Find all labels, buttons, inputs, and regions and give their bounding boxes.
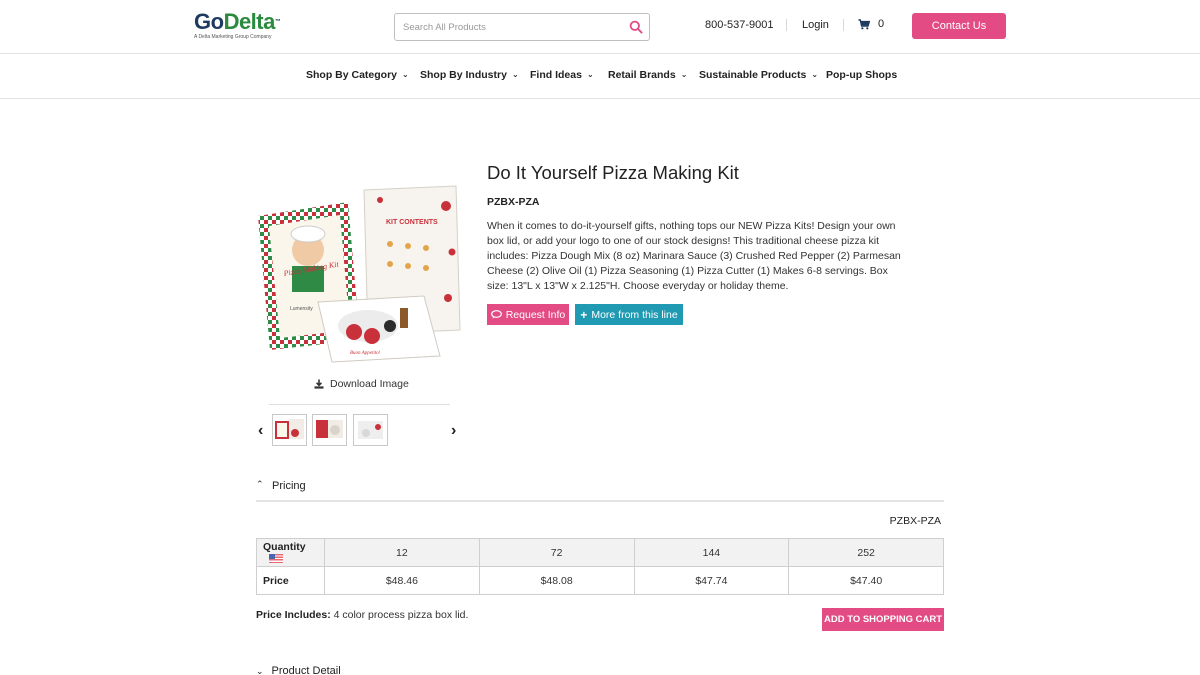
godelta-logo[interactable]: GoDelta™ A Delta Marketing Group Company <box>194 10 304 42</box>
thumbnail-divider <box>269 404 450 405</box>
quantity-cell: 12 <box>324 538 480 567</box>
box-buon-appetito-text: Buon Appetito! <box>350 351 381 356</box>
product-detail-label: Product Detail <box>271 665 341 675</box>
product-description: When it comes to do-it-yourself gifts, n… <box>487 220 901 292</box>
nav-label: Shop By Category <box>306 69 398 81</box>
logo-tagline: A Delta Marketing Group Company <box>194 34 272 40</box>
product-title: Do It Yourself Pizza Making Kit <box>487 162 739 183</box>
thumbnail-1[interactable] <box>272 414 307 446</box>
chevron-down-icon: ⌄ <box>256 666 264 675</box>
pricing-sku: PZBX-PZA <box>889 515 941 527</box>
request-info-button[interactable]: Request Info <box>487 304 569 325</box>
phone-number[interactable]: 800-537-9001 <box>705 19 774 31</box>
price-header: Price <box>256 566 325 595</box>
nav-find-ideas[interactable]: Find Ideas ⌄ <box>530 69 594 81</box>
product-detail-section-toggle[interactable]: ⌄ Product Detail <box>256 665 341 675</box>
price-includes: Price Includes: 4 color process pizza bo… <box>256 609 468 621</box>
nav-label: Find Ideas <box>530 69 582 81</box>
chevron-down-icon: ⌄ <box>811 70 819 79</box>
quantity-cell: 72 <box>478 538 635 567</box>
logo-trademark: ™ <box>274 19 281 25</box>
search-input[interactable] <box>403 19 623 35</box>
pricing-table: Quantity 12 72 144 252 Price $48.46 $48.… <box>256 538 944 595</box>
search-icon[interactable] <box>629 20 643 34</box>
main-nav: Shop By Category ⌄ Shop By Industry ⌄ Find… <box>0 54 1200 99</box>
price-cell: $47.74 <box>633 566 790 595</box>
nav-shop-by-industry[interactable]: Shop By Industry ⌄ <box>420 69 519 81</box>
chevron-down-icon: ⌄ <box>402 70 409 79</box>
logo-delta: Delta <box>223 9 276 34</box>
search-box <box>394 13 650 41</box>
more-from-line-label: More from this line <box>591 308 678 321</box>
more-from-line-button[interactable]: + More from this line <box>575 304 683 325</box>
header-divider <box>843 19 844 31</box>
shopping-cart-icon <box>858 18 870 29</box>
nav-retail-brands[interactable]: Retail Brands ⌄ <box>608 69 687 81</box>
nav-label: Pop-up Shops <box>826 69 898 81</box>
request-info-label: Request Info <box>505 308 566 321</box>
quantity-cell: 252 <box>788 538 944 567</box>
price-row: Price $48.46 $48.08 $47.74 $47.40 <box>256 566 944 595</box>
plus-icon: + <box>580 307 588 322</box>
thumbnail-prev-arrow-icon[interactable]: ‹ <box>258 422 263 440</box>
box-brand-text: Lumensity <box>290 306 313 312</box>
top-header: GoDelta™ A Delta Marketing Group Company… <box>0 0 1200 54</box>
thumbnail-image <box>275 419 304 439</box>
chevron-down-icon: ⌄ <box>680 70 688 79</box>
product-sku: PZBX-PZA <box>487 196 540 208</box>
download-image-label: Download Image <box>330 378 409 390</box>
nav-label: Shop By Industry <box>420 69 507 81</box>
pricing-section-label: Pricing <box>272 480 306 492</box>
quantity-row: Quantity 12 72 144 252 <box>256 538 944 567</box>
nav-label: Sustainable Products <box>699 69 807 81</box>
price-includes-label: Price Includes: <box>256 609 331 621</box>
nav-pop-up-shops[interactable]: Pop-up Shops <box>826 69 897 81</box>
price-cell: $48.46 <box>324 566 480 595</box>
product-image[interactable]: KIT CONTENTS Pizza Making Kit Lumensity … <box>256 180 461 365</box>
pricing-section-toggle[interactable]: ⌃ Pricing <box>256 474 944 502</box>
box-kit-contents-text: KIT CONTENTS <box>386 219 438 226</box>
cart-link[interactable]: 0 <box>858 18 884 30</box>
header-divider <box>786 19 787 31</box>
nav-label: Retail Brands <box>608 69 676 81</box>
thumbnail-next-arrow-icon[interactable]: › <box>451 422 456 440</box>
quantity-label: Quantity <box>263 540 306 553</box>
chevron-up-icon: ⌃ <box>256 479 264 489</box>
us-flag-icon <box>269 553 283 563</box>
add-to-cart-button[interactable]: ADD TO SHOPPING CART <box>822 608 944 631</box>
logo-go: Go <box>194 9 224 34</box>
nav-sustainable-products[interactable]: Sustainable Products ⌄ <box>699 69 818 81</box>
chat-bubble-icon <box>490 310 502 319</box>
contact-us-button[interactable]: Contact Us <box>912 13 1006 39</box>
price-includes-value: 4 color process pizza box lid. <box>333 609 469 621</box>
logo-wordmark: GoDelta™ <box>194 10 304 34</box>
login-link[interactable]: Login <box>802 19 829 31</box>
download-icon <box>314 379 324 389</box>
cart-count: 0 <box>878 18 885 30</box>
chevron-down-icon: ⌄ <box>511 70 519 79</box>
price-cell: $47.40 <box>788 566 944 595</box>
thumbnail-3[interactable] <box>353 414 388 446</box>
quantity-cell: 144 <box>633 538 790 567</box>
quantity-header: Quantity <box>256 538 325 567</box>
thumbnail-image <box>358 421 383 439</box>
download-image-link[interactable]: Download Image <box>314 378 409 390</box>
nav-shop-by-category[interactable]: Shop By Category ⌄ <box>306 69 409 81</box>
thumbnail-2[interactable] <box>312 414 347 446</box>
chevron-down-icon: ⌄ <box>586 70 594 79</box>
price-cell: $48.08 <box>478 566 635 595</box>
thumbnail-image <box>316 420 343 438</box>
